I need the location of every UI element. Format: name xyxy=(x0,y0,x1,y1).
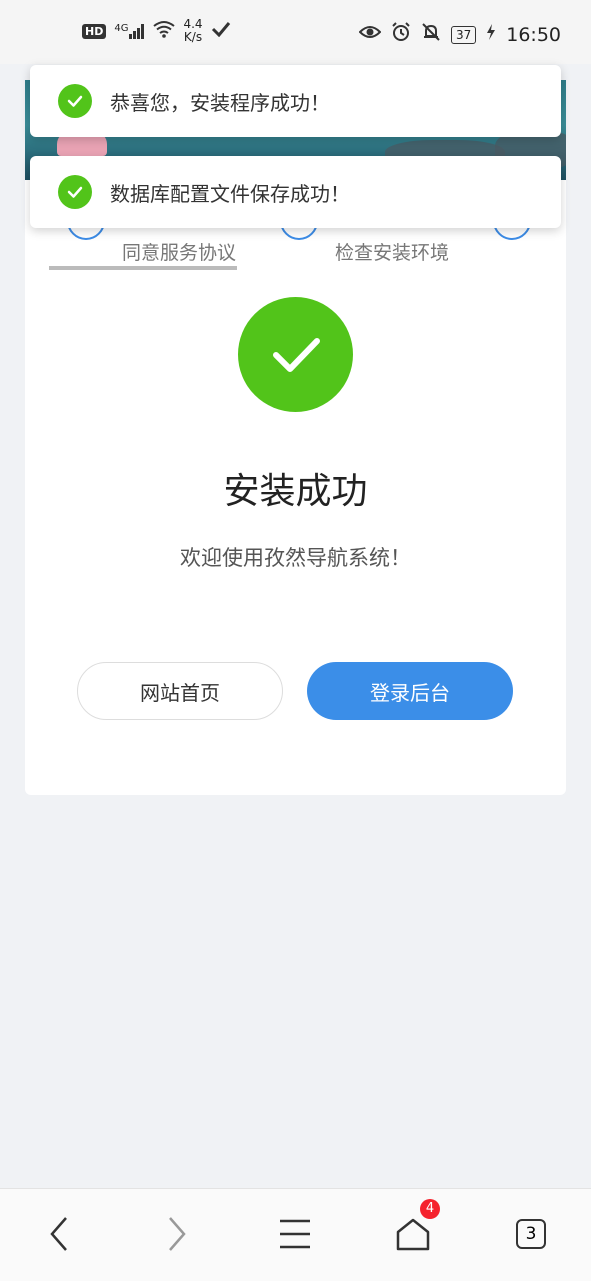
admin-login-button[interactable]: 登录后台 xyxy=(307,662,513,720)
mute-bell-icon xyxy=(421,22,441,47)
toast-message: 恭喜您，安装程序成功！ xyxy=(110,90,330,115)
checkmark-icon xyxy=(211,21,231,42)
back-button[interactable] xyxy=(34,1209,84,1259)
wifi-icon xyxy=(153,20,176,43)
welcome-message: 欢迎使用孜然导航系统！ xyxy=(180,546,411,570)
menu-icon xyxy=(280,1219,310,1249)
forward-icon xyxy=(169,1217,186,1251)
success-title: 安装成功 xyxy=(223,471,368,512)
menu-button[interactable] xyxy=(270,1209,320,1259)
check-circle-icon xyxy=(58,175,92,209)
network-speed: 4.4 K/s xyxy=(183,18,202,44)
alarm-icon xyxy=(391,22,411,47)
step-label-agree: 同意服务协议 xyxy=(122,242,237,264)
install-result-card: 同意服务协议 检查安装环境 安装成功 欢迎使用孜然导航系统！ 网站首页 登录后台 xyxy=(25,180,566,795)
eye-icon xyxy=(358,24,382,45)
active-step-underline xyxy=(49,266,237,270)
speed-value: 4.4 xyxy=(183,17,203,31)
battery-indicator: 37 xyxy=(450,25,477,44)
toast-install-success: 恭喜您，安装程序成功！ xyxy=(30,65,561,137)
signal-icon: 4G xyxy=(114,23,145,39)
hd-indicator: HD xyxy=(82,23,107,39)
success-check-icon xyxy=(238,297,353,412)
network-type: 4G xyxy=(114,23,129,34)
home-button[interactable]: 4 xyxy=(388,1199,440,1259)
home-icon xyxy=(396,1218,430,1251)
status-bar: HD 4G 4.4 K/s 37 16:50 xyxy=(0,0,591,64)
forward-button[interactable] xyxy=(152,1209,202,1259)
toast-message: 数据库配置文件保存成功！ xyxy=(110,181,350,206)
website-home-button[interactable]: 网站首页 xyxy=(77,662,283,720)
home-notification-badge: 4 xyxy=(420,1199,440,1219)
charging-icon xyxy=(486,24,496,45)
toast-config-saved: 数据库配置文件保存成功！ xyxy=(30,156,561,228)
status-right: 37 16:50 xyxy=(358,22,561,47)
speed-unit: K/s xyxy=(183,30,203,44)
back-icon xyxy=(50,1217,67,1251)
tab-count: 3 xyxy=(516,1219,546,1249)
tabs-button[interactable]: 3 xyxy=(506,1209,556,1259)
check-circle-icon xyxy=(58,84,92,118)
status-left: HD 4G 4.4 K/s xyxy=(82,18,231,44)
clock: 16:50 xyxy=(506,23,561,46)
browser-bottom-nav: 4 3 xyxy=(0,1188,591,1281)
step-label-check-env: 检查安装环境 xyxy=(335,242,450,264)
